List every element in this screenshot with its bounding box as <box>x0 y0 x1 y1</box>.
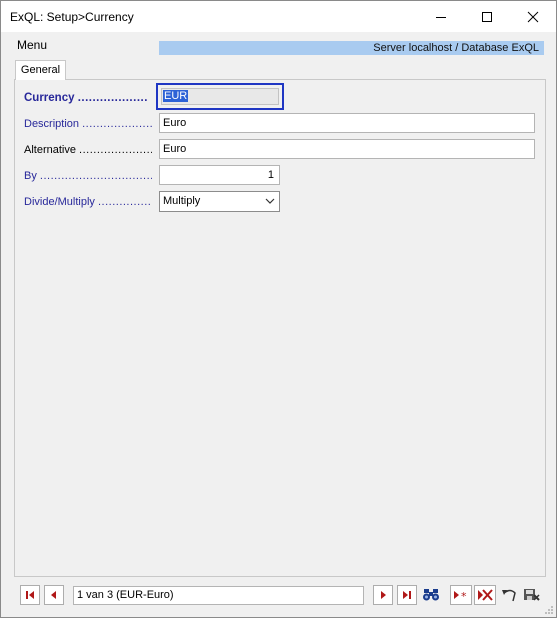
tab-general[interactable]: General <box>15 60 66 80</box>
tab-panel-general: Currency ................... EUR Descrip… <box>14 79 546 577</box>
minimize-icon <box>436 16 446 18</box>
undo-icon <box>502 589 516 602</box>
currency-label-dots: ................... <box>77 92 148 104</box>
divide-multiply-value: Multiply <box>163 195 201 207</box>
currency-code-inner: EUR <box>161 88 279 105</box>
next-record-icon <box>381 591 386 599</box>
close-icon <box>527 11 539 22</box>
divide-multiply-select[interactable]: Multiply <box>159 191 280 212</box>
title-bar: ExQL: Setup>Currency <box>1 1 556 32</box>
delete-record-button[interactable] <box>474 585 496 605</box>
maximize-button[interactable] <box>464 1 510 32</box>
alternative-label: Alternative ........................... <box>24 144 152 156</box>
currency-code-field[interactable]: EUR <box>156 83 284 110</box>
first-record-button[interactable] <box>20 585 40 605</box>
maximize-icon <box>482 11 492 22</box>
resize-grip-icon[interactable] <box>544 605 554 615</box>
server-info-bar: Server localhost / Database ExQL <box>159 41 544 55</box>
svg-text:*: * <box>461 590 467 600</box>
divide-multiply-label: Divide/Multiply ................... <box>24 196 152 208</box>
description-label: Description ........................... <box>24 118 152 130</box>
chevron-down-icon <box>265 198 275 204</box>
description-field[interactable]: Euro <box>159 113 535 133</box>
new-record-button[interactable]: * <box>450 585 472 605</box>
alternative-field[interactable]: Euro <box>159 139 535 159</box>
menu-item-menu[interactable]: Menu <box>17 38 47 52</box>
last-record-button[interactable] <box>397 585 417 605</box>
window-title: ExQL: Setup>Currency <box>10 10 134 24</box>
by-label: By .....................................… <box>24 170 152 182</box>
minimize-button[interactable] <box>418 1 464 32</box>
record-position-field: 1 van 3 (EUR-Euro) <box>73 586 364 605</box>
alternative-label-dots: ........................... <box>79 144 152 156</box>
currency-label-text: Currency <box>24 92 75 104</box>
divide-multiply-label-dots: ................... <box>97 196 152 208</box>
by-field[interactable]: 1 <box>159 165 280 185</box>
find-button[interactable] <box>420 585 442 605</box>
save-icon <box>524 589 540 601</box>
save-button[interactable] <box>521 585 543 605</box>
currency-label: Currency ................... <box>24 92 152 104</box>
first-record-icon <box>26 591 34 599</box>
new-record-icon: * <box>454 590 467 600</box>
divide-multiply-label-text: Divide/Multiply <box>24 196 95 208</box>
close-button[interactable] <box>510 1 556 32</box>
previous-record-icon <box>51 591 56 599</box>
alternative-label-text: Alternative <box>24 144 76 156</box>
by-label-text: By <box>24 170 37 182</box>
delete-record-icon <box>478 589 493 601</box>
currency-code-value: EUR <box>163 90 189 102</box>
record-navigation-bar: 1 van 3 (EUR-Euro) * <box>14 583 546 607</box>
by-label-dots: ........................................ <box>39 170 152 182</box>
description-label-text: Description <box>24 118 80 130</box>
binoculars-icon <box>423 589 439 601</box>
last-record-icon <box>403 591 411 599</box>
undo-button[interactable] <box>499 585 521 605</box>
description-label-dots: ........................... <box>82 118 152 130</box>
previous-record-button[interactable] <box>44 585 64 605</box>
next-record-button[interactable] <box>373 585 393 605</box>
app-window: ExQL: Setup>Currency Menu Server localho… <box>0 0 557 618</box>
